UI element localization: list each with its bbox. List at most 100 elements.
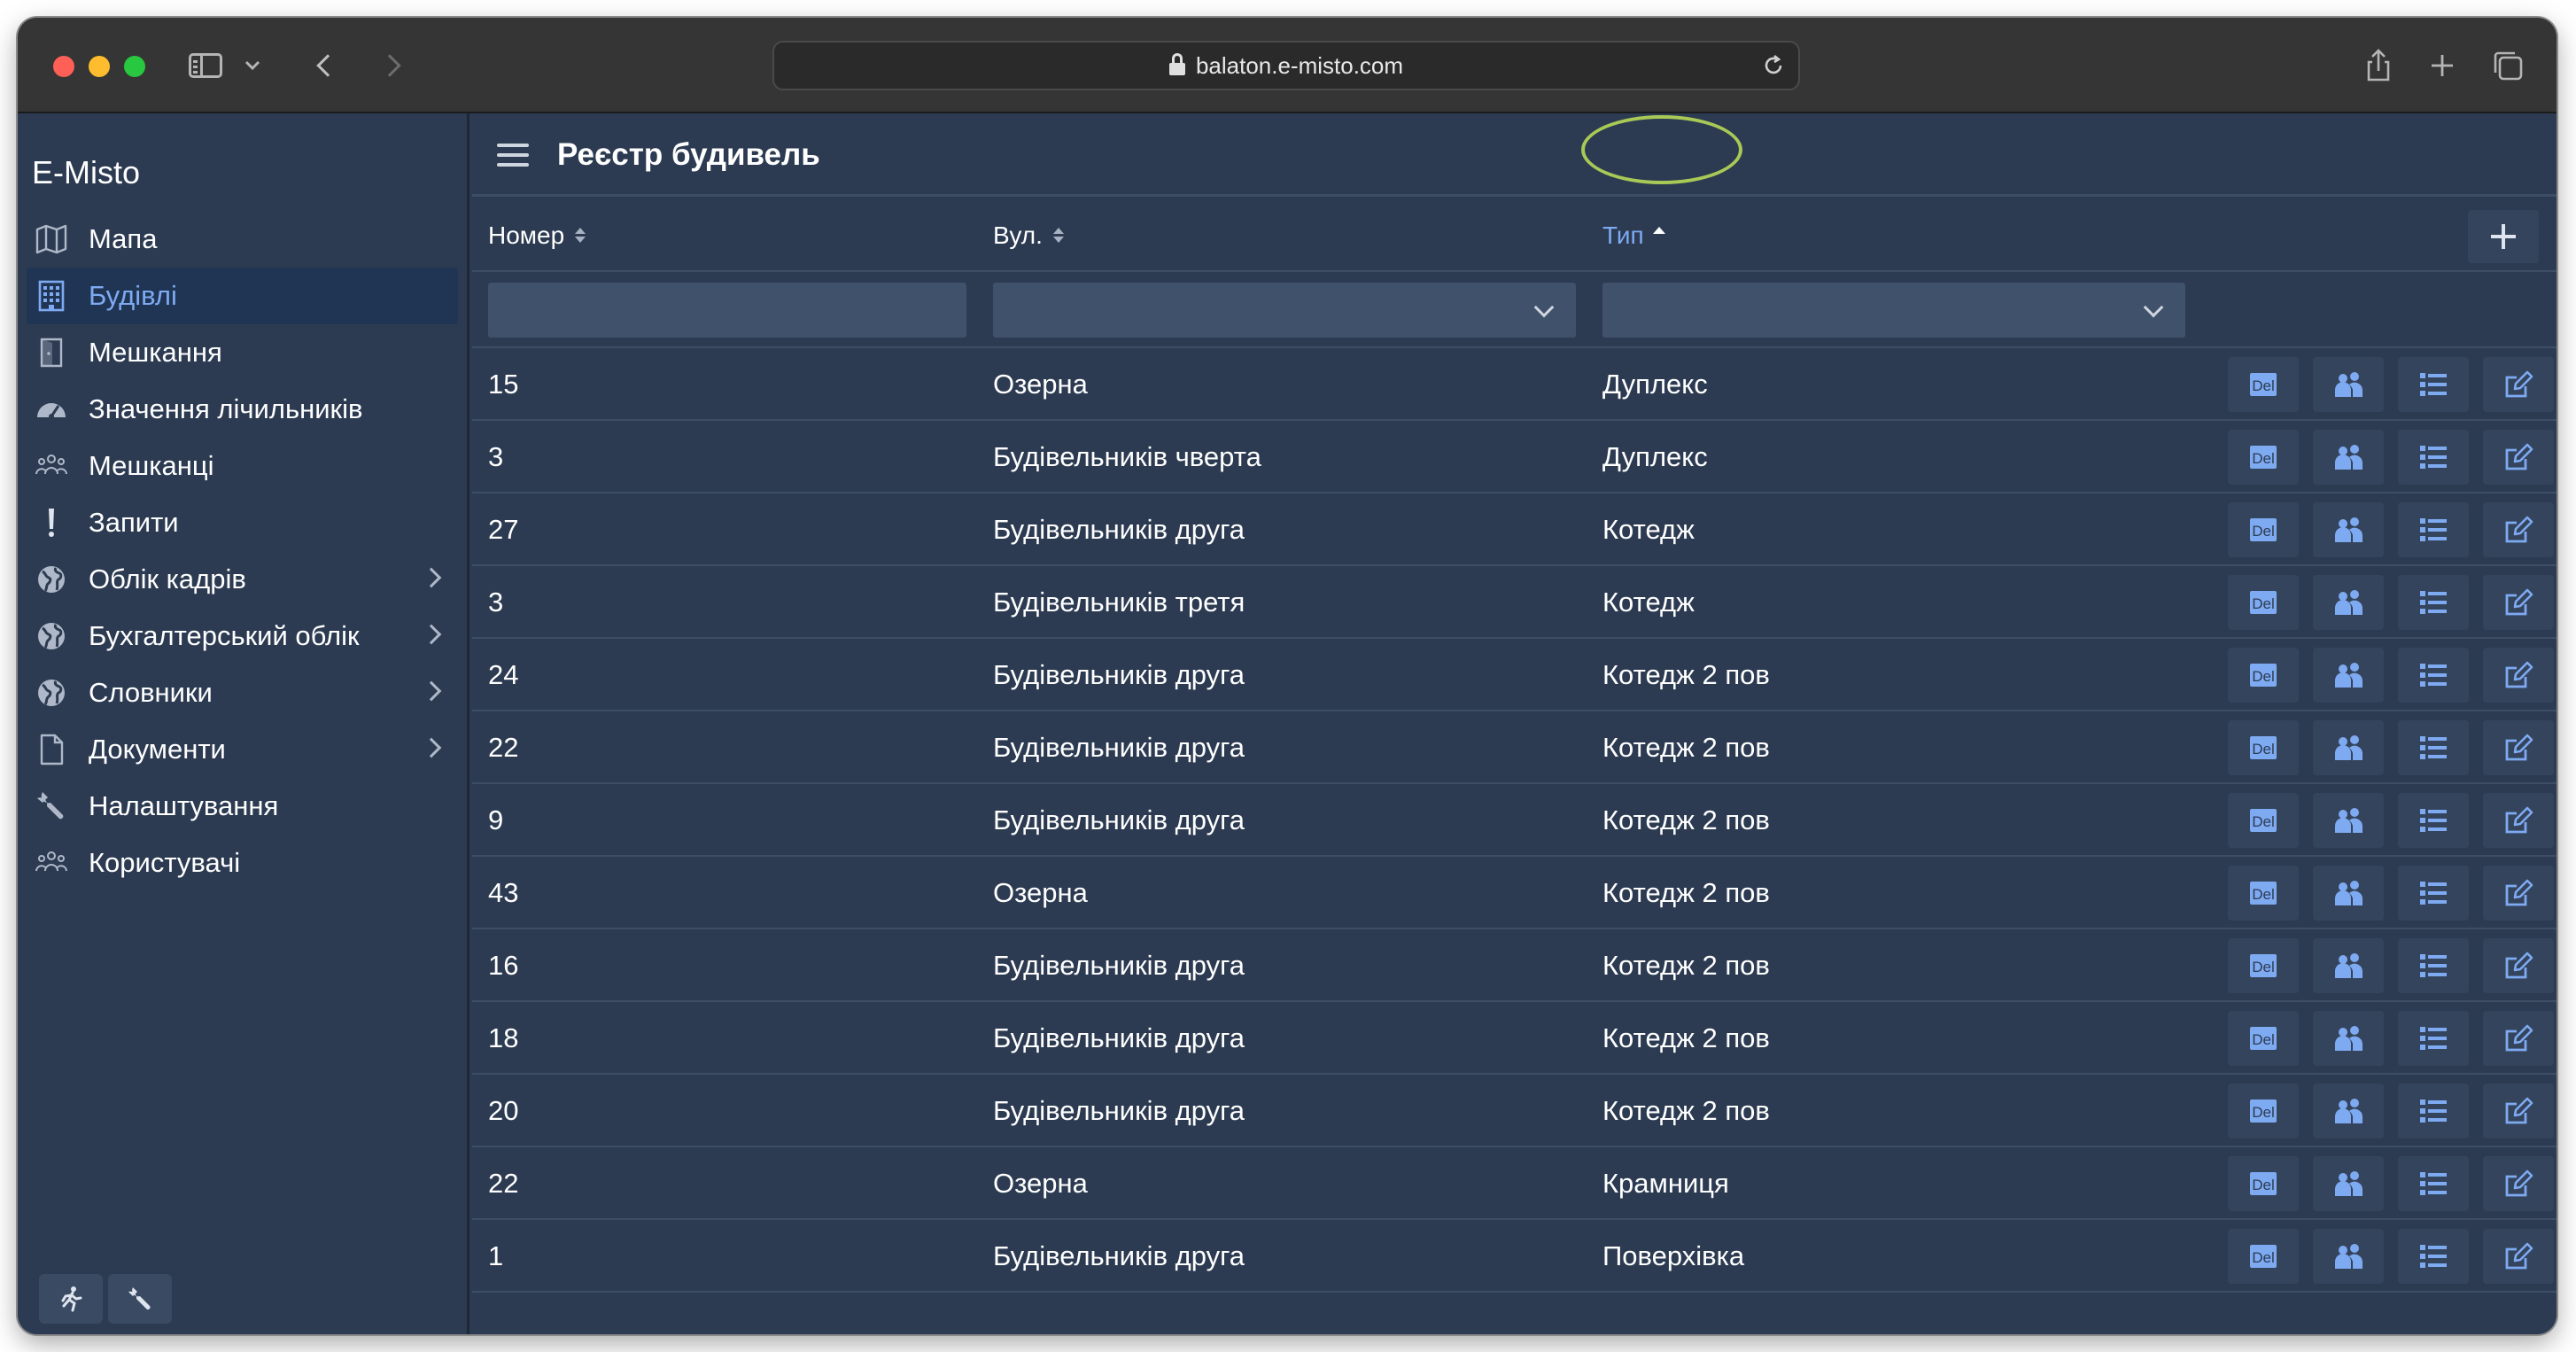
details-button[interactable] — [2398, 720, 2469, 775]
residents-button[interactable] — [2313, 720, 2384, 775]
details-button[interactable] — [2398, 648, 2469, 703]
run-icon[interactable] — [39, 1274, 103, 1324]
edit-button[interactable] — [2483, 866, 2554, 921]
sidebar-item-6[interactable]: Облік кадрів — [27, 551, 458, 608]
residents-button[interactable] — [2313, 1084, 2384, 1138]
sidebar-item-3[interactable]: Значення лічильників — [27, 381, 458, 438]
edit-button[interactable] — [2483, 793, 2554, 848]
filter-street-select[interactable] — [993, 283, 1576, 338]
details-button[interactable] — [2398, 575, 2469, 630]
details-button[interactable] — [2398, 793, 2469, 848]
details-button[interactable] — [2398, 502, 2469, 557]
details-button[interactable] — [2398, 1011, 2469, 1066]
delete-button[interactable]: Del — [2228, 938, 2299, 993]
filter-type-select[interactable] — [1602, 283, 2185, 338]
reload-icon[interactable] — [1761, 53, 1786, 78]
edit-button[interactable] — [2483, 575, 2554, 630]
table-row[interactable]: 16 Будівельників друга Котедж 2 пов Del — [472, 929, 2557, 1002]
residents-button[interactable] — [2313, 938, 2384, 993]
edit-button[interactable] — [2483, 1156, 2554, 1211]
sidebar-item-4[interactable]: Мешканці — [27, 438, 458, 494]
table-row[interactable]: 24 Будівельників друга Котедж 2 пов Del — [472, 639, 2557, 711]
details-button[interactable] — [2398, 866, 2469, 921]
delete-button[interactable]: Del — [2228, 648, 2299, 703]
delete-button[interactable]: Del — [2228, 1156, 2299, 1211]
residents-button[interactable] — [2313, 502, 2384, 557]
edit-button[interactable] — [2483, 720, 2554, 775]
sidebar-item-1[interactable]: Будівлі — [27, 268, 458, 324]
table-row[interactable]: 27 Будівельників друга Котедж Del — [472, 493, 2557, 566]
details-button[interactable] — [2398, 430, 2469, 485]
residents-button[interactable] — [2313, 793, 2384, 848]
edit-button[interactable] — [2483, 1229, 2554, 1284]
table-row[interactable]: 18 Будівельників друга Котедж 2 пов Del — [472, 1002, 2557, 1075]
sidebar-item-5[interactable]: Запити — [27, 494, 458, 551]
table-row[interactable]: 3 Будівельників чверта Дуплекс Del — [472, 421, 2557, 493]
delete-button[interactable]: Del — [2228, 357, 2299, 412]
details-button[interactable] — [2398, 1084, 2469, 1138]
sidebar-item-7[interactable]: Бухгалтерський облік — [27, 608, 458, 664]
edit-button[interactable] — [2483, 938, 2554, 993]
residents-button[interactable] — [2313, 866, 2384, 921]
delete-button[interactable]: Del — [2228, 793, 2299, 848]
details-button[interactable] — [2398, 1229, 2469, 1284]
delete-button[interactable]: Del — [2228, 575, 2299, 630]
residents-button[interactable] — [2313, 1011, 2384, 1066]
details-button[interactable] — [2398, 357, 2469, 412]
tab-overview-icon[interactable] — [2486, 18, 2530, 113]
add-building-button[interactable] — [2468, 210, 2539, 263]
edit-button[interactable] — [2483, 1084, 2554, 1138]
sidebar-toggle-icon[interactable] — [186, 18, 225, 113]
delete-button[interactable]: Del — [2228, 1229, 2299, 1284]
delete-button[interactable]: Del — [2228, 430, 2299, 485]
residents-button[interactable] — [2313, 357, 2384, 412]
forward-button[interactable] — [363, 18, 416, 113]
wrench-icon[interactable] — [108, 1274, 172, 1324]
delete-button[interactable]: Del — [2228, 866, 2299, 921]
back-button[interactable] — [301, 18, 354, 113]
sidebar-item-10[interactable]: Налаштування — [27, 778, 458, 835]
sidebar-item-9[interactable]: Документи — [27, 721, 458, 778]
table-row[interactable]: 22 Озерна Крамниця Del — [472, 1147, 2557, 1220]
hamburger-menu-icon[interactable] — [497, 144, 529, 168]
table-row[interactable]: 9 Будівельників друга Котедж 2 пов Del — [472, 784, 2557, 857]
share-icon[interactable] — [2356, 18, 2401, 113]
table-row[interactable]: 22 Будівельників друга Котедж 2 пов Del — [472, 711, 2557, 784]
column-header-number[interactable]: Номер — [488, 199, 586, 272]
residents-button[interactable] — [2313, 1156, 2384, 1211]
maximize-window-button[interactable] — [124, 56, 145, 77]
residents-button[interactable] — [2313, 430, 2384, 485]
edit-button[interactable] — [2483, 430, 2554, 485]
table-row[interactable]: 1 Будівельників друга Поверхівка Del — [472, 1220, 2557, 1293]
sidebar-item-8[interactable]: Словники — [27, 664, 458, 721]
residents-button[interactable] — [2313, 575, 2384, 630]
new-tab-icon[interactable] — [2420, 18, 2464, 113]
delete-button[interactable]: Del — [2228, 502, 2299, 557]
edit-button[interactable] — [2483, 648, 2554, 703]
table-row[interactable]: 43 Озерна Котедж 2 пов Del — [472, 857, 2557, 929]
edit-button[interactable] — [2483, 502, 2554, 557]
edit-button[interactable] — [2483, 1011, 2554, 1066]
details-button[interactable] — [2398, 1156, 2469, 1211]
minimize-window-button[interactable] — [89, 56, 110, 77]
sidebar-item-2[interactable]: Мешкання — [27, 324, 458, 381]
table-row[interactable]: 20 Будівельників друга Котедж 2 пов Del — [472, 1075, 2557, 1147]
sidebar-item-0[interactable]: Мапа — [27, 211, 458, 268]
address-bar[interactable]: balaton.e-misto.com — [772, 41, 1800, 90]
details-button[interactable] — [2398, 938, 2469, 993]
sidebar-item-11[interactable]: Користувачі — [27, 835, 458, 891]
residents-button[interactable] — [2313, 1229, 2384, 1284]
filter-number-input[interactable] — [488, 283, 966, 338]
delete-button[interactable]: Del — [2228, 1011, 2299, 1066]
table-row[interactable]: 3 Будівельників третя Котедж Del — [472, 566, 2557, 639]
column-header-type[interactable]: Тип — [1602, 199, 1665, 272]
delete-button[interactable]: Del — [2228, 1084, 2299, 1138]
delete-button[interactable]: Del — [2228, 720, 2299, 775]
chevron-down-icon[interactable] — [239, 18, 266, 113]
table-row[interactable]: 15 Озерна Дуплекс Del — [472, 348, 2557, 421]
close-window-button[interactable] — [53, 56, 74, 77]
column-header-street[interactable]: Вул. — [993, 199, 1064, 272]
sidebar-item-label: Запити — [89, 507, 179, 538]
edit-button[interactable] — [2483, 357, 2554, 412]
residents-button[interactable] — [2313, 648, 2384, 703]
